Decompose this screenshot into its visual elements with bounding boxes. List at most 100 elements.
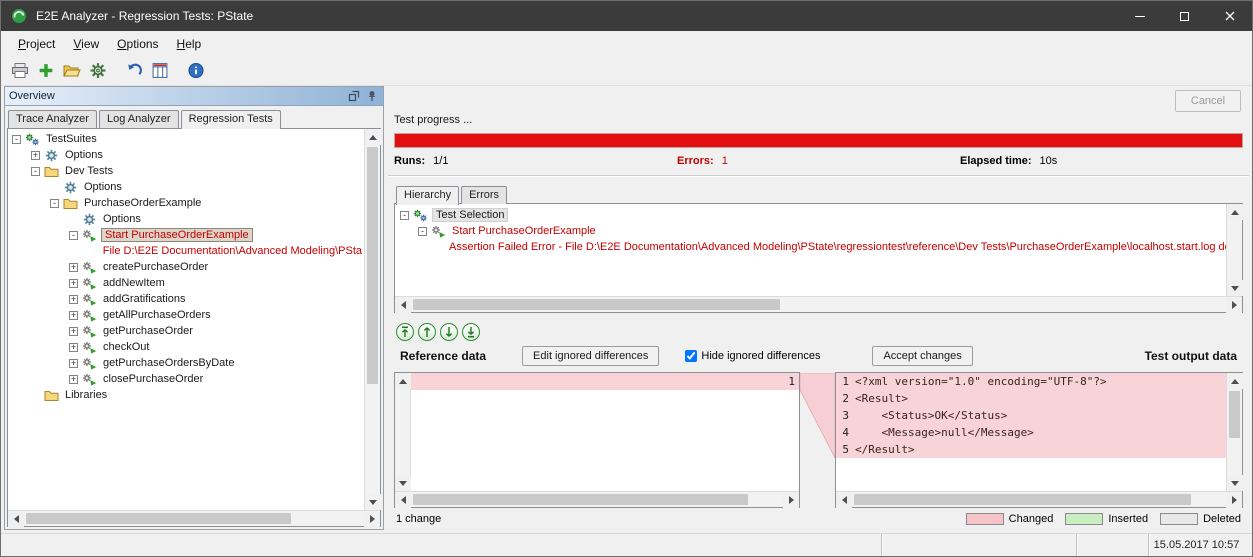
tree-item-closepurchaseorder[interactable]: +closePurchaseOrder [8, 371, 364, 387]
tree-horizontal-scrollbar[interactable] [8, 510, 380, 526]
maximize-button[interactable] [1162, 1, 1207, 31]
scroll-up-button[interactable] [1227, 204, 1243, 220]
tree-item-dev-tests[interactable]: -Dev Tests [8, 163, 364, 179]
scroll-up-button[interactable] [395, 373, 411, 389]
tree-item-start-purchaseorderexample[interactable]: -Start PurchaseOrderExample [8, 227, 364, 243]
expand-icon[interactable]: + [69, 327, 78, 336]
accept-changes-button[interactable]: Accept changes [872, 346, 972, 366]
scroll-right-button[interactable] [783, 492, 799, 508]
collapse-icon[interactable]: - [31, 167, 40, 176]
settings-button[interactable] [86, 59, 110, 83]
scroll-up-button[interactable] [365, 129, 381, 145]
reference-vertical-scrollbar[interactable] [395, 373, 411, 491]
reference-data-pane[interactable]: 1 [394, 372, 800, 508]
undo-button[interactable] [122, 59, 146, 83]
legend-inserted: Inserted [1065, 513, 1148, 525]
tree-item-createpurchaseorder[interactable]: +createPurchaseOrder [8, 259, 364, 275]
expand-icon[interactable]: + [69, 343, 78, 352]
info-button[interactable] [184, 59, 208, 83]
float-panel-button[interactable] [346, 89, 361, 103]
tree-item-getpurchaseordersbydate[interactable]: +getPurchaseOrdersByDate [8, 355, 364, 371]
scroll-right-button[interactable] [1226, 297, 1242, 313]
hier-item-test-selection[interactable]: -Test Selection [395, 207, 1226, 223]
next-difference-button[interactable] [440, 323, 458, 341]
collapse-icon[interactable]: - [400, 211, 409, 220]
hide-ignored-differences-checkbox[interactable]: Hide ignored differences [685, 350, 820, 362]
menu-view[interactable]: View [64, 34, 108, 54]
menu-options[interactable]: Options [108, 34, 167, 54]
menu-help[interactable]: Help [168, 34, 211, 54]
hier-item-start-purchaseorderexample[interactable]: -Start PurchaseOrderExample [395, 223, 1226, 239]
pin-panel-button[interactable] [364, 89, 379, 103]
scroll-left-button[interactable] [836, 492, 852, 508]
scroll-up-button[interactable] [1227, 373, 1243, 389]
tab-errors[interactable]: Errors [461, 186, 507, 204]
expand-icon[interactable]: + [69, 279, 78, 288]
scroll-left-button[interactable] [395, 492, 411, 508]
close-button[interactable] [1207, 1, 1252, 31]
tab-trace-analyzer[interactable]: Trace Analyzer [8, 110, 97, 128]
tab-log-analyzer[interactable]: Log Analyzer [99, 110, 179, 128]
collapse-icon[interactable]: - [12, 135, 21, 144]
scroll-right-button[interactable] [364, 511, 380, 527]
horizontal-splitter[interactable] [394, 313, 1243, 321]
tree-item-libraries[interactable]: Libraries [8, 387, 364, 403]
scrollbar-thumb[interactable] [26, 513, 291, 524]
tree-vertical-scrollbar[interactable] [364, 129, 380, 510]
test-output-pane[interactable]: 1<?xml version="1.0" encoding="UTF-8"?> … [835, 372, 1243, 508]
scroll-down-button[interactable] [1227, 280, 1243, 296]
expand-icon[interactable]: + [69, 375, 78, 384]
collapse-icon[interactable]: - [69, 231, 78, 240]
scroll-down-button[interactable] [365, 494, 381, 510]
expand-icon[interactable]: + [31, 151, 40, 160]
edit-ignored-differences-button[interactable]: Edit ignored differences [522, 346, 659, 366]
tree-item-error-file[interactable]: File D:\E2E Documentation\Advanced Model… [8, 243, 364, 259]
tree-item-options[interactable]: Options [8, 179, 364, 195]
scroll-down-button[interactable] [395, 475, 411, 491]
reference-horizontal-scrollbar[interactable] [395, 491, 799, 507]
tree-item-testsuites[interactable]: -TestSuites [8, 131, 364, 147]
tree-item-addgratifications[interactable]: +addGratifications [8, 291, 364, 307]
hide-ignored-checkbox-input[interactable] [685, 350, 697, 362]
output-horizontal-scrollbar[interactable] [836, 491, 1242, 507]
scrollbar-thumb[interactable] [854, 494, 1191, 505]
last-difference-button[interactable] [462, 323, 480, 341]
tree-item-getallpurchaseorders[interactable]: +getAllPurchaseOrders [8, 307, 364, 323]
open-button[interactable] [60, 59, 84, 83]
print-button[interactable] [8, 59, 32, 83]
tree-item-addnewitem[interactable]: +addNewItem [8, 275, 364, 291]
tree-item-options[interactable]: Options [8, 211, 364, 227]
report-button[interactable] [148, 59, 172, 83]
tab-hierarchy[interactable]: Hierarchy [396, 186, 459, 205]
tree-item-purchaseorderexample[interactable]: -PurchaseOrderExample [8, 195, 364, 211]
scrollbar-thumb[interactable] [413, 494, 748, 505]
menu-project[interactable]: Project [9, 34, 64, 54]
expand-icon[interactable]: + [69, 359, 78, 368]
expand-icon[interactable]: + [69, 263, 78, 272]
scroll-right-button[interactable] [1226, 492, 1242, 508]
tree-item-options[interactable]: +Options [8, 147, 364, 163]
scroll-down-button[interactable] [1227, 475, 1243, 491]
hierarchy-horizontal-scrollbar[interactable] [395, 296, 1242, 312]
tree-item-checkout[interactable]: +checkOut [8, 339, 364, 355]
hierarchy-vertical-scrollbar[interactable] [1226, 204, 1242, 296]
first-difference-icon [400, 326, 410, 338]
hier-item-assertion-error[interactable]: Assertion Failed Error - File D:\E2E Doc… [395, 239, 1226, 255]
scrollbar-thumb[interactable] [1229, 391, 1240, 438]
minimize-button[interactable] [1117, 1, 1162, 31]
scrollbar-thumb[interactable] [367, 147, 378, 384]
scroll-left-button[interactable] [8, 511, 24, 527]
tree-item-getpurchaseorder[interactable]: +getPurchaseOrder [8, 323, 364, 339]
add-button[interactable] [34, 59, 58, 83]
collapse-icon[interactable]: - [418, 227, 427, 236]
output-vertical-scrollbar[interactable] [1226, 373, 1242, 491]
expand-icon[interactable]: + [69, 311, 78, 320]
scrollbar-thumb[interactable] [413, 299, 780, 310]
first-difference-button[interactable] [396, 323, 414, 341]
print-icon [11, 62, 29, 79]
expand-icon[interactable]: + [69, 295, 78, 304]
collapse-icon[interactable]: - [50, 199, 59, 208]
tab-regression-tests[interactable]: Regression Tests [181, 110, 281, 129]
scroll-left-button[interactable] [395, 297, 411, 313]
previous-difference-button[interactable] [418, 323, 436, 341]
